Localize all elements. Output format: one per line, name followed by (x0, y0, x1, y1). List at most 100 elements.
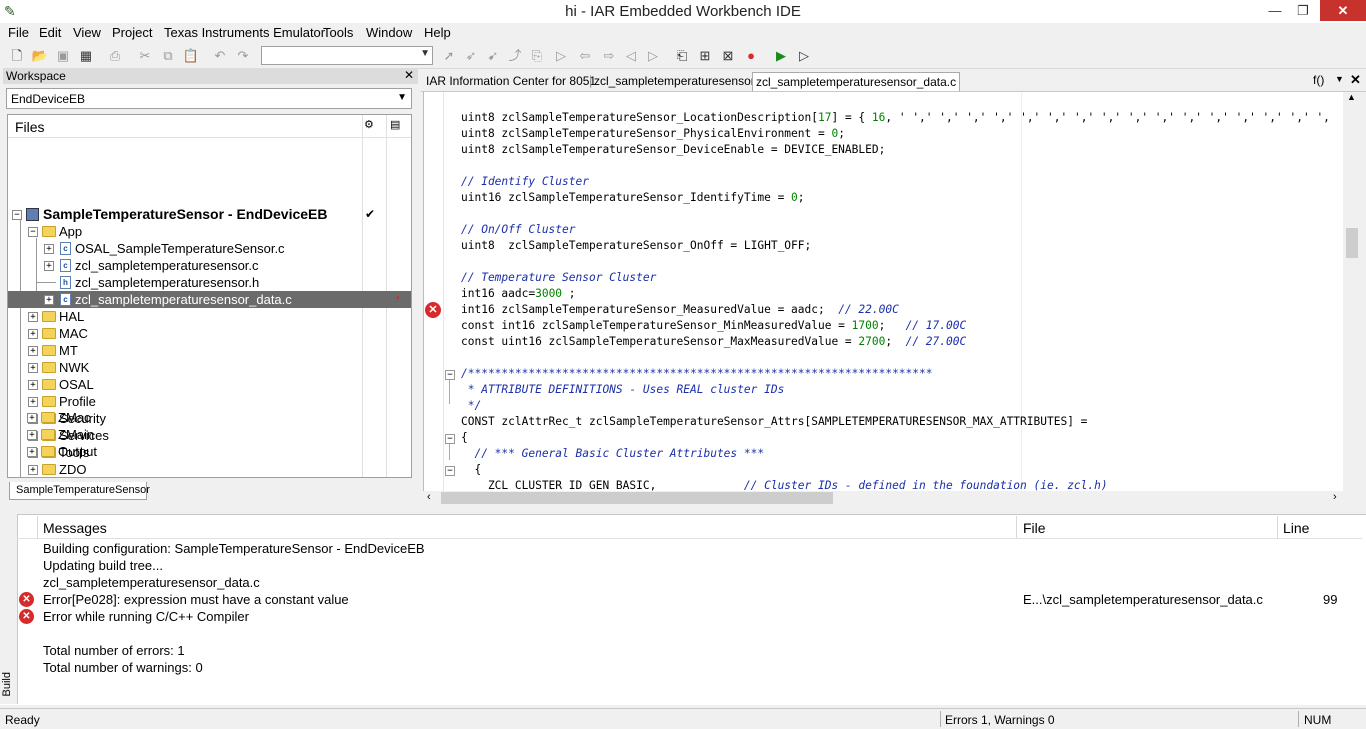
message-line[interactable]: 99 (1323, 591, 1337, 608)
message-row[interactable]: Total number of errors: 1 (43, 642, 185, 659)
fold-toggle-icon[interactable]: − (445, 466, 455, 476)
tree-folder[interactable]: + Services (8, 427, 411, 444)
tab-sampletemperaturesensor-c[interactable]: zcl_sampletemperaturesensor.c (594, 72, 763, 90)
next-bookmark-icon[interactable]: ▷ (552, 47, 570, 64)
message-file[interactable]: E...\zcl_sampletemperaturesensor_data.c (1023, 591, 1263, 608)
close-icon[interactable]: ✕ (404, 68, 414, 82)
tree-folder[interactable]: + MT (8, 342, 411, 359)
tab-info-center[interactable]: IAR Information Center for 8051 (426, 72, 596, 90)
tree-folder[interactable]: + ZDO (8, 461, 411, 477)
expand-icon[interactable]: + (28, 397, 38, 407)
column-file[interactable]: File (1023, 520, 1046, 536)
menu-ti-emulator[interactable]: Texas Instruments Emulator (164, 25, 325, 40)
column-line[interactable]: Line (1283, 520, 1309, 536)
editor-vertical-scrollbar[interactable]: ▲ (1343, 92, 1360, 491)
find-icon[interactable]: ➶ (462, 47, 480, 64)
make-icon[interactable]: ⊞ (696, 47, 714, 64)
configuration-select[interactable]: EndDeviceEB ▼ (6, 88, 412, 109)
expand-icon[interactable]: + (28, 414, 38, 424)
replace-icon[interactable]: ⤴ (506, 47, 524, 64)
menu-view[interactable]: View (73, 25, 101, 40)
error-marker-icon[interactable]: ✕ (425, 302, 441, 318)
expand-icon[interactable]: + (28, 346, 38, 356)
expand-icon[interactable]: + (28, 448, 38, 458)
chevron-down-icon[interactable]: ▼ (1335, 74, 1344, 84)
tab-sampletemperaturesensor-data-c[interactable]: zcl_sampletemperaturesensor_data.c (752, 72, 961, 91)
close-button[interactable]: ✕ (1320, 0, 1366, 21)
message-row-error[interactable]: Error while running C/C++ Compiler (43, 608, 249, 625)
fold-toggle-icon[interactable]: − (445, 434, 455, 444)
expand-icon[interactable]: + (28, 380, 38, 390)
nav-back-icon[interactable]: ⇦ (576, 47, 594, 64)
download-debug-icon[interactable]: ▶ (772, 47, 790, 64)
close-editor-icon[interactable]: ✕ (1350, 72, 1361, 88)
menu-help[interactable]: Help (424, 25, 451, 40)
save-all-icon[interactable]: ▦ (77, 47, 95, 64)
cut-icon[interactable]: ✂ (136, 47, 154, 64)
scroll-left-icon[interactable]: ‹ (427, 491, 431, 503)
compile-icon[interactable]: ⎗ (673, 47, 691, 64)
open-folder-icon[interactable]: 📂 (31, 47, 49, 64)
horizontal-scroll-thumb[interactable] (441, 492, 833, 504)
debug-no-download-icon[interactable]: ▷ (795, 47, 813, 64)
expand-icon[interactable]: + (44, 261, 54, 271)
tree-folder-app[interactable]: − App (8, 223, 411, 240)
tree-folder[interactable]: + Tools (8, 444, 411, 461)
expand-icon[interactable]: + (28, 312, 38, 322)
expand-icon[interactable]: + (28, 329, 38, 339)
find-next-icon[interactable]: ➹ (484, 47, 502, 64)
goto-icon[interactable]: ➚ (440, 47, 458, 64)
expand-icon[interactable]: + (44, 244, 54, 254)
tree-folder[interactable]: + OSAL (8, 376, 411, 393)
tree-file[interactable]: h zcl_sampletemperaturesensor.h (8, 274, 411, 291)
nav-forward-icon[interactable]: ⇨ (600, 47, 618, 64)
toggle-bookmark-icon[interactable]: ⎘ (528, 47, 546, 64)
tree-project[interactable]: − SampleTemperatureSensor - EndDeviceEB … (8, 206, 411, 223)
message-row[interactable]: zcl_sampletemperaturesensor_data.c (43, 574, 260, 591)
expand-icon[interactable]: + (28, 363, 38, 373)
expand-icon[interactable]: + (28, 431, 38, 441)
maximize-button[interactable]: ❐ (1290, 0, 1316, 21)
menu-edit[interactable]: Edit (39, 25, 61, 40)
find-combo[interactable]: ▼ (261, 46, 433, 65)
stop-build-icon[interactable]: ⊠ (719, 47, 737, 64)
tree-folder[interactable]: + NWK (8, 359, 411, 376)
expand-icon[interactable]: + (28, 465, 38, 475)
undo-icon[interactable]: ↶ (211, 47, 229, 64)
message-row[interactable]: Building configuration: SampleTemperatur… (43, 540, 425, 557)
print-icon[interactable]: ⎙ (106, 47, 124, 64)
column-messages[interactable]: Messages (43, 520, 107, 536)
menu-project[interactable]: Project (112, 25, 152, 40)
redo-icon[interactable]: ↷ (234, 47, 252, 64)
tree-file[interactable]: + c OSAL_SampleTemperatureSensor.c (8, 240, 411, 257)
tree-folder[interactable]: + HAL (8, 308, 411, 325)
code-editor[interactable]: uint8 zclSampleTemperatureSensor_Locatio… (423, 92, 1343, 491)
scroll-up-icon[interactable]: ▲ (1347, 92, 1356, 102)
menu-file[interactable]: File (8, 25, 29, 40)
tree-folder[interactable]: + Profile (8, 393, 411, 410)
menu-tools[interactable]: Tools (323, 25, 353, 40)
scroll-right-icon[interactable]: › (1333, 491, 1337, 503)
nav-prev-icon[interactable]: ◁ (622, 47, 640, 64)
message-row-error[interactable]: Error[Pe028]: expression must have a con… (43, 591, 349, 608)
function-nav-label[interactable]: f() (1313, 73, 1324, 87)
minimize-button[interactable]: — (1262, 0, 1288, 21)
message-row[interactable]: Total number of warnings: 0 (43, 659, 203, 676)
tree-file-selected[interactable]: + c zcl_sampletemperaturesensor_data.c • (8, 291, 411, 308)
copy-icon[interactable]: ⧉ (159, 47, 177, 64)
options-icon[interactable]: ⚙ (364, 118, 374, 131)
workspace-tab[interactable]: SampleTemperatureSensor (9, 482, 150, 500)
tree-folder[interactable]: + MAC (8, 325, 411, 342)
tree-folder[interactable]: + Security (8, 410, 411, 427)
fold-toggle-icon[interactable]: − (445, 370, 455, 380)
save-icon[interactable]: ▣ (54, 47, 72, 64)
new-file-icon[interactable]: 🗋 (8, 47, 26, 64)
paste-icon[interactable]: 📋 (182, 47, 200, 64)
collapse-icon[interactable]: − (12, 210, 22, 220)
message-row[interactable]: Updating build tree... (43, 557, 163, 574)
breakpoint-icon[interactable]: ● (742, 47, 760, 64)
collapse-icon[interactable]: − (28, 227, 38, 237)
expand-icon[interactable]: + (44, 295, 54, 305)
vertical-scroll-thumb[interactable] (1346, 228, 1358, 258)
build-side-tab[interactable]: Build (0, 514, 18, 704)
